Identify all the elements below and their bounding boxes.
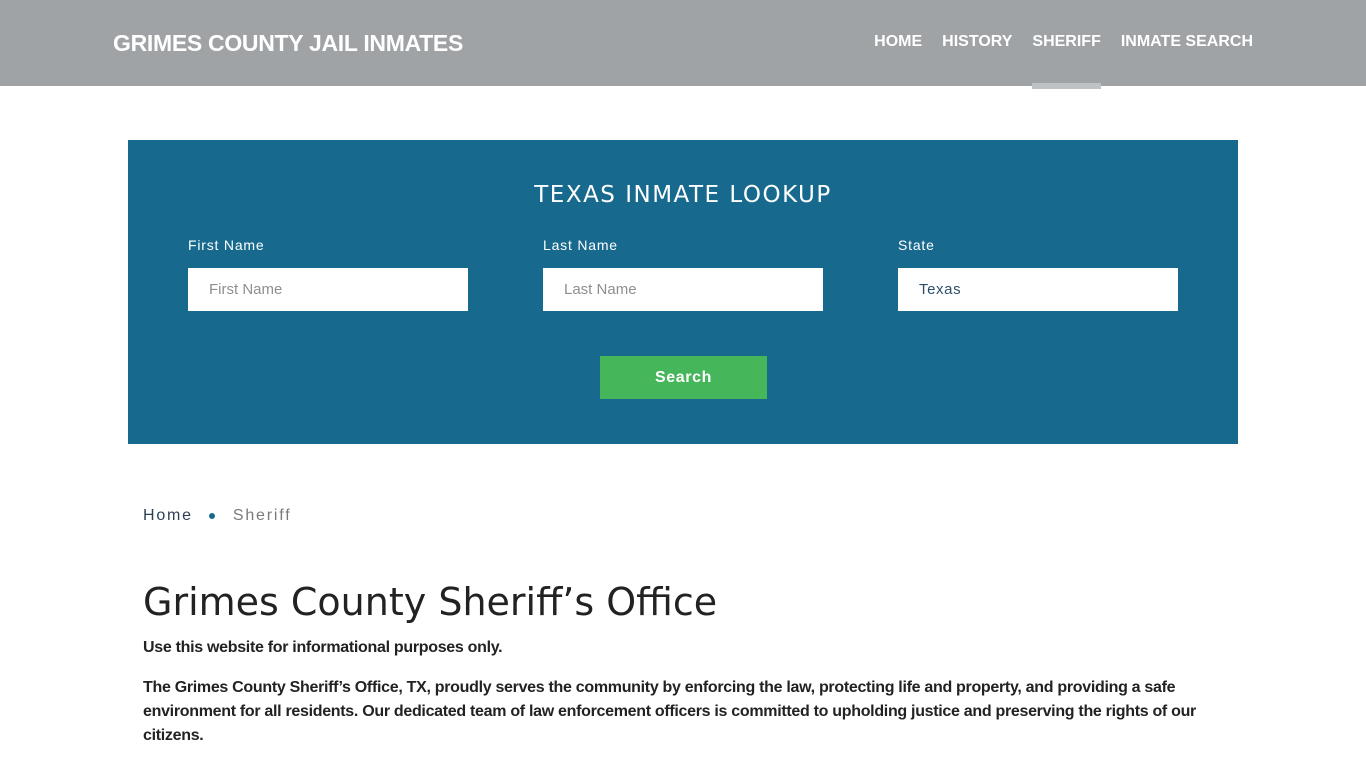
breadcrumb-home[interactable]: Home [143, 507, 193, 525]
first-name-group: First Name [188, 237, 468, 311]
site-logo-link[interactable]: GRIMES COUNTY JAIL INMATES [113, 30, 463, 57]
inmate-lookup-panel: TEXAS INMATE LOOKUP First Name Last Name… [128, 140, 1238, 444]
breadcrumb-separator-icon [208, 513, 215, 519]
first-name-label: First Name [188, 237, 265, 253]
site-header: GRIMES COUNTY JAIL INMATES HOME HISTORY … [0, 0, 1366, 89]
page-title: Grimes County Sheriff’s Office [143, 580, 718, 624]
lookup-title: TEXAS INMATE LOOKUP [534, 182, 832, 208]
last-name-group: Last Name [543, 237, 823, 311]
state-group: State [898, 237, 1178, 311]
last-name-label: Last Name [543, 237, 618, 253]
disclaimer-text: Use this website for informational purpo… [143, 639, 503, 656]
state-label: State [898, 237, 935, 253]
search-button[interactable]: Search [600, 356, 767, 399]
breadcrumb: Home Sheriff [143, 507, 291, 525]
nav-home[interactable]: HOME [874, 33, 922, 53]
first-name-input[interactable] [188, 268, 468, 311]
main-nav: HOME HISTORY SHERIFF INMATE SEARCH [874, 33, 1253, 89]
nav-history[interactable]: HISTORY [942, 33, 1012, 53]
main-content: Use this website for informational purpo… [143, 636, 1213, 764]
last-name-input[interactable] [543, 268, 823, 311]
intro-paragraph: The Grimes County Sheriff’s Office, TX, … [143, 679, 1196, 744]
state-input[interactable] [898, 268, 1178, 311]
nav-inmate-search[interactable]: INMATE SEARCH [1121, 33, 1253, 53]
breadcrumb-current: Sheriff [232, 507, 292, 524]
nav-sheriff[interactable]: SHERIFF [1032, 33, 1102, 89]
